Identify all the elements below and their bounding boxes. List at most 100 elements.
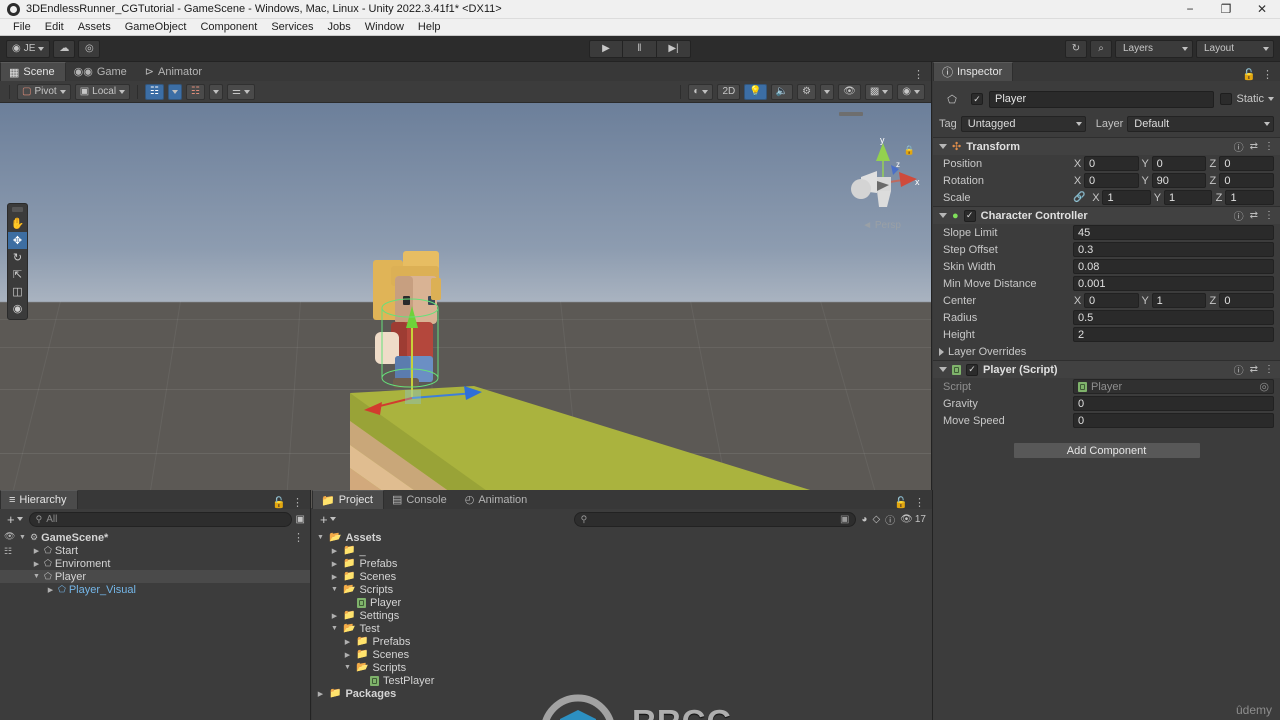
tab-console[interactable]: ▤ Console — [383, 490, 457, 509]
menu-component[interactable]: Component — [193, 19, 264, 36]
services-button[interactable]: ◎ — [78, 39, 101, 58]
kebab-menu-icon[interactable]: ⋮ — [914, 496, 925, 509]
scene-camera-button[interactable]: ▩ — [864, 83, 894, 100]
component-header[interactable]: ✓ Player (Script) ⓘ ⇄ ⋮ — [933, 361, 1280, 378]
component-header[interactable]: ● ✓ Character Controller ⓘ ⇄ ⋮ — [933, 207, 1280, 224]
scale-z-field[interactable]: 1 — [1225, 190, 1274, 205]
hierarchy-item-start[interactable]: ▶ ⬠ Start — [0, 544, 310, 557]
chevron-right-icon[interactable]: ▶ — [343, 638, 352, 646]
object-enabled-checkbox[interactable]: ✓ — [971, 93, 983, 105]
slope-limit-field[interactable]: 45 — [1073, 225, 1274, 240]
preset-icon[interactable]: ⇄ — [1250, 364, 1258, 375]
chevron-right-icon[interactable]: ▶ — [32, 547, 41, 555]
hierarchy-item-gamescene[interactable]: ▼ ⚙ GameScene* ⋮ — [0, 531, 310, 545]
hierarchy-add-button[interactable]: + — [5, 512, 25, 527]
position-y-field[interactable]: 0 — [1151, 156, 1207, 171]
kebab-menu-icon[interactable]: ⋮ — [913, 68, 924, 81]
menu-jobs[interactable]: Jobs — [321, 19, 358, 36]
tab-inspector[interactable]: ⓘ Inspector — [933, 62, 1014, 81]
chevron-down-icon[interactable]: ▼ — [330, 586, 339, 593]
hierarchy-visibility-icon[interactable]: ▣ — [296, 514, 305, 525]
grid-snap-dropdown[interactable] — [168, 83, 183, 100]
menu-services[interactable]: Services — [264, 19, 320, 36]
chevron-down-icon[interactable]: ▼ — [330, 625, 339, 632]
static-checkbox[interactable] — [1220, 93, 1233, 105]
tab-hierarchy[interactable]: ≡ Hierarchy — [0, 490, 78, 509]
radius-field[interactable]: 0.5 — [1073, 310, 1274, 325]
min-move-distance-field[interactable]: 0.001 — [1073, 276, 1274, 291]
account-button[interactable]: ◉ JE — [6, 39, 51, 58]
chevron-right-icon[interactable]: ▶ — [330, 560, 339, 568]
rect-tool[interactable]: ◫ — [8, 283, 27, 300]
scene-audio-toggle[interactable]: 🔈 — [770, 83, 794, 100]
tag-dropdown[interactable]: Untagged — [960, 116, 1086, 132]
tab-game[interactable]: ◉◉ Game — [65, 62, 137, 81]
chevron-right-icon[interactable]: ▶ — [330, 547, 339, 555]
height-field[interactable]: 2 — [1073, 327, 1274, 342]
global-search-button[interactable]: ⌕ — [1090, 39, 1112, 58]
gizmos-button[interactable]: ◉ — [897, 83, 925, 100]
hierarchy-item-player-visual[interactable]: ▶ ⬠ Player_Visual — [0, 583, 310, 596]
step-offset-field[interactable]: 0.3 — [1073, 242, 1274, 257]
scene-fx-dropdown[interactable] — [820, 83, 835, 100]
hand-tool[interactable]: ✋ — [8, 215, 27, 232]
chevron-right-icon[interactable]: ▶ — [316, 690, 325, 698]
snap-increment-button[interactable]: ☷ — [186, 83, 205, 100]
rotation-y-field[interactable]: 90 — [1151, 173, 1207, 188]
object-picker-icon[interactable]: ◎ — [1259, 380, 1269, 393]
static-toggle[interactable]: Static — [1220, 93, 1274, 105]
project-item-prefabs[interactable]: ▶ 📁 Prefabs — [312, 557, 932, 570]
project-item-test[interactable]: ▼ 📂 Test — [312, 622, 932, 635]
kebab-menu-icon[interactable]: ⋮ — [1262, 68, 1273, 81]
scene-orientation-gizmo[interactable]: y x z — [839, 135, 927, 223]
chevron-down-icon[interactable]: ▼ — [343, 664, 352, 671]
project-item-test-scenes[interactable]: ▶ 📁 Scenes — [312, 648, 932, 661]
chevron-down-icon[interactable] — [939, 213, 947, 218]
tools-drag-handle[interactable] — [12, 207, 23, 212]
project-item-scripts[interactable]: ▼ 📂 Scripts — [312, 583, 932, 596]
filter-label-icon[interactable]: ◇ — [872, 514, 880, 525]
handle-space-button[interactable]: ▣ Local — [74, 83, 131, 100]
project-item-assets[interactable]: ▼ 📂 Assets — [312, 531, 932, 544]
chevron-down-icon[interactable]: ▼ — [316, 534, 325, 541]
transform-tool[interactable]: ◉ — [8, 300, 27, 317]
center-x-field[interactable]: 0 — [1084, 293, 1139, 308]
scene-viewport[interactable]: ✋ ✥ ↻ ⇱ ◫ ◉ 🔒 y x z ◄ Persp — [0, 103, 931, 508]
help-icon[interactable]: ⓘ — [1234, 362, 1244, 377]
rotation-z-field[interactable]: 0 — [1219, 173, 1275, 188]
pivot-mode-button[interactable]: ▢ Pivot — [17, 83, 71, 100]
script-object-field[interactable]: Player ◎ — [1073, 379, 1274, 394]
menu-edit[interactable]: Edit — [38, 19, 71, 36]
project-item-testplayer-script[interactable]: TestPlayer — [312, 674, 932, 687]
help-icon[interactable]: ⓘ — [1234, 139, 1244, 154]
scene-lighting-toggle[interactable]: 💡 — [744, 83, 767, 100]
chevron-right-icon[interactable]: ▶ — [330, 573, 339, 581]
project-item-settings[interactable]: ▶ 📁 Settings — [312, 609, 932, 622]
lock-icon[interactable]: 🔓 — [272, 496, 286, 509]
center-z-field[interactable]: 0 — [1219, 293, 1275, 308]
tab-project[interactable]: 📁 Project — [312, 490, 384, 509]
grid-visibility-button[interactable]: ⚌ — [226, 83, 255, 100]
layers-dropdown[interactable]: Layers — [1115, 39, 1193, 58]
project-item-packages[interactable]: ▶ 📁 Packages — [312, 687, 932, 700]
minimize-icon[interactable]: − — [1172, 0, 1208, 19]
kebab-menu-icon[interactable]: ⋮ — [1264, 141, 1274, 152]
preset-icon[interactable]: ⇄ — [1250, 210, 1258, 221]
menu-window[interactable]: Window — [358, 19, 411, 36]
chevron-right-icon[interactable]: ▶ — [343, 651, 352, 659]
layer-dropdown[interactable]: Default — [1127, 116, 1274, 132]
kebab-menu-icon[interactable]: ⋮ — [1264, 210, 1274, 221]
play-button[interactable]: ▶ — [589, 39, 623, 58]
projection-mode-label[interactable]: ◄ Persp — [862, 220, 901, 231]
layout-dropdown[interactable]: Layout — [1196, 39, 1274, 58]
chevron-right-icon[interactable]: ▶ — [46, 586, 55, 594]
position-x-field[interactable]: 0 — [1084, 156, 1139, 171]
cloud-button[interactable]: ☁ — [53, 39, 76, 58]
add-component-button[interactable]: Add Component — [1012, 442, 1201, 459]
shading-mode-button[interactable]: ◐ — [688, 83, 714, 100]
pause-button[interactable]: ‖ — [623, 39, 657, 58]
chevron-right-icon[interactable]: ▶ — [330, 612, 339, 620]
kebab-menu-icon[interactable]: ⋮ — [293, 531, 310, 544]
hierarchy-item-enviroment[interactable]: ▶ ⬠ Enviroment — [0, 557, 310, 570]
component-enabled-checkbox[interactable]: ✓ — [966, 363, 978, 376]
